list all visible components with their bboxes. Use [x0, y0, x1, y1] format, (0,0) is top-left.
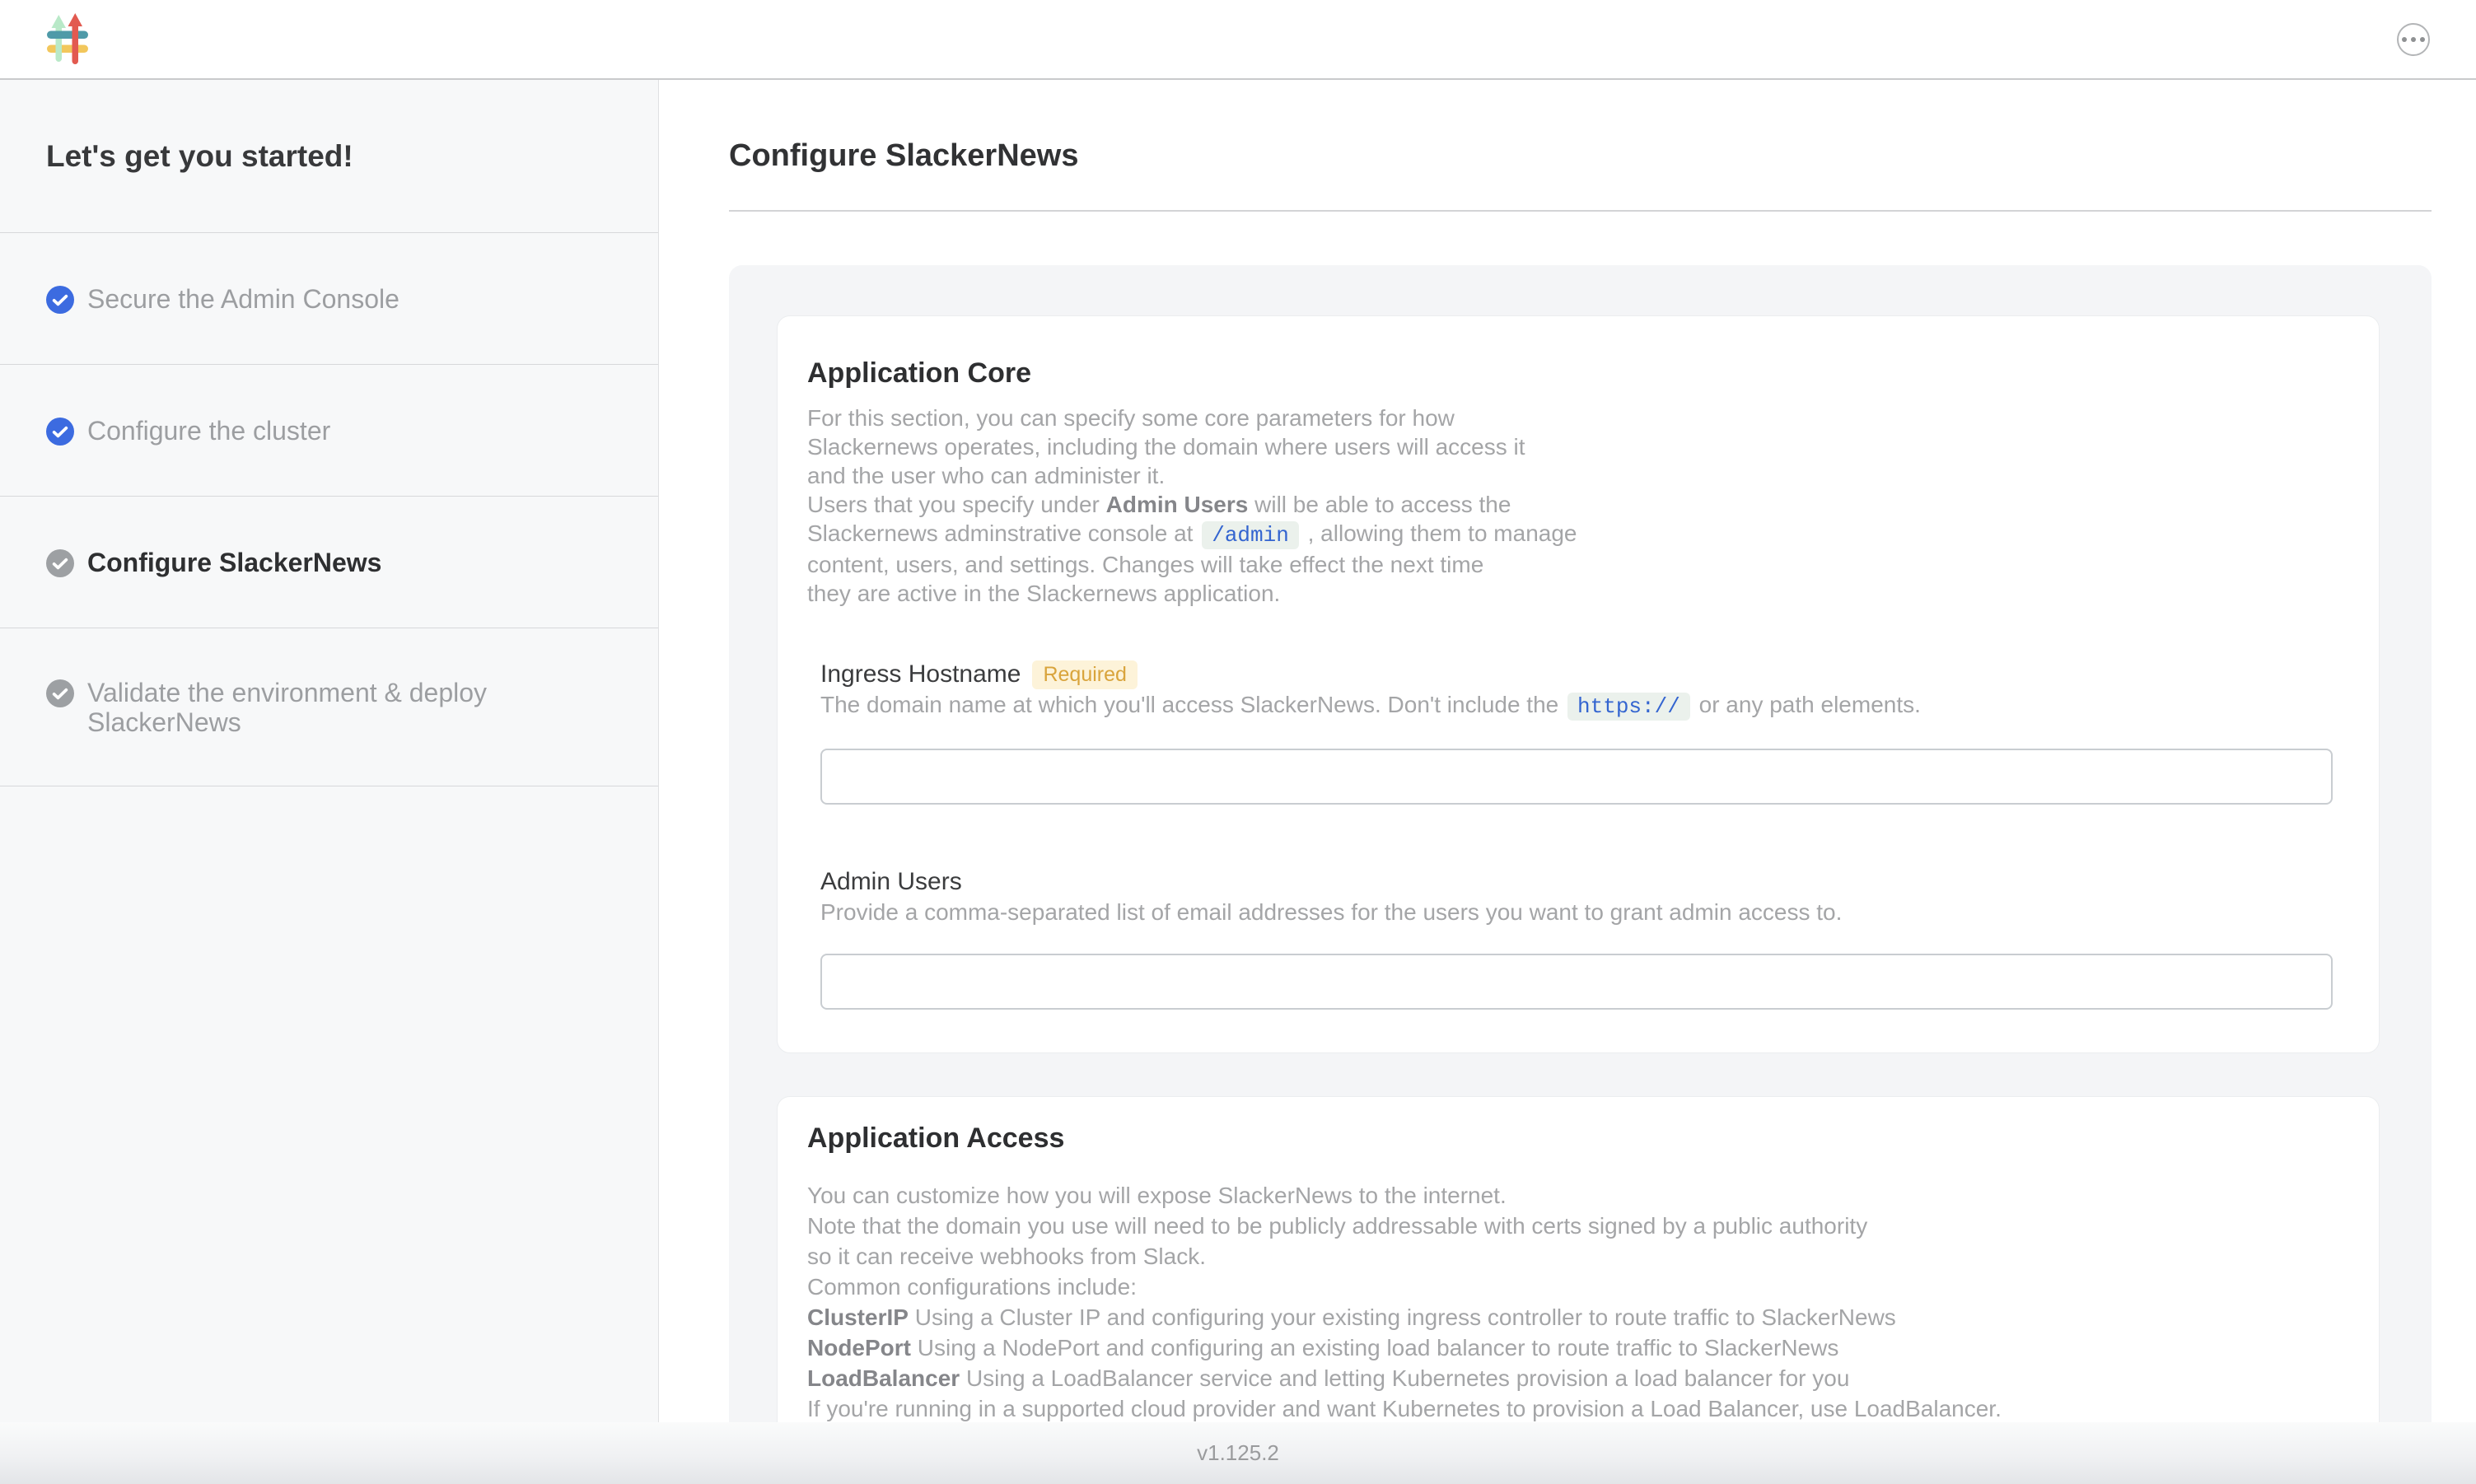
check-circle-icon: [46, 679, 74, 707]
ingress-hostname-input[interactable]: [820, 749, 2333, 805]
config-main: Configure SlackerNews Application Core F…: [659, 80, 2476, 1422]
field-label: Admin Users: [820, 866, 962, 898]
field-help: The domain name at which you'll access S…: [820, 690, 2333, 721]
application-core-card: Application Core For this section, you c…: [777, 315, 2380, 1053]
application-access-card: Application Access You can customize how…: [777, 1096, 2380, 1422]
check-circle-icon: [46, 549, 74, 577]
overflow-menu-button[interactable]: [2397, 23, 2430, 56]
card-description: You can customize how you will expose Sl…: [807, 1180, 2349, 1422]
footer: v1.125.2: [0, 1422, 2476, 1484]
version-label: v1.125.2: [1197, 1440, 1279, 1466]
config-panel: Application Core For this section, you c…: [729, 265, 2432, 1422]
setup-steps-sidebar: Let's get you started! Secure the Admin …: [0, 80, 659, 1422]
page-title: Configure SlackerNews: [729, 80, 2432, 179]
required-badge: Required: [1032, 660, 1137, 689]
ingress-hostname-field-group: Ingress Hostname Required The domain nam…: [820, 659, 2333, 805]
slackernews-logo-icon[interactable]: [46, 13, 91, 66]
admin-users-input[interactable]: [820, 954, 2333, 1010]
sidebar-step-configure-cluster[interactable]: Configure the cluster: [0, 365, 658, 497]
check-circle-icon: [46, 418, 74, 446]
top-bar: [0, 0, 2476, 80]
step-label: Secure the Admin Console: [87, 284, 399, 314]
step-label: Validate the environment & deploy Slacke…: [87, 678, 549, 737]
sidebar-step-validate-deploy[interactable]: Validate the environment & deploy Slacke…: [0, 628, 658, 786]
onboarding-screen: Let's get you started! Secure the Admin …: [0, 0, 2476, 1484]
title-divider: [729, 210, 2432, 212]
card-title: Application Core: [807, 356, 2349, 390]
sidebar-step-secure-admin-console[interactable]: Secure the Admin Console: [0, 233, 658, 365]
card-title: Application Access: [807, 1121, 2349, 1155]
step-label: Configure SlackerNews: [87, 548, 381, 577]
sidebar-heading: Let's get you started!: [0, 80, 658, 233]
card-description: For this section, you can specify some c…: [807, 404, 2349, 608]
field-label: Ingress Hostname: [820, 659, 1021, 690]
ellipsis-icon: [2402, 37, 2407, 42]
check-circle-icon: [46, 286, 74, 314]
admin-users-field-group: Admin Users Provide a comma-separated li…: [820, 866, 2333, 1010]
field-help: Provide a comma-separated list of email …: [820, 898, 2333, 926]
sidebar-step-configure-slackernews[interactable]: Configure SlackerNews: [0, 497, 658, 628]
step-label: Configure the cluster: [87, 416, 330, 446]
